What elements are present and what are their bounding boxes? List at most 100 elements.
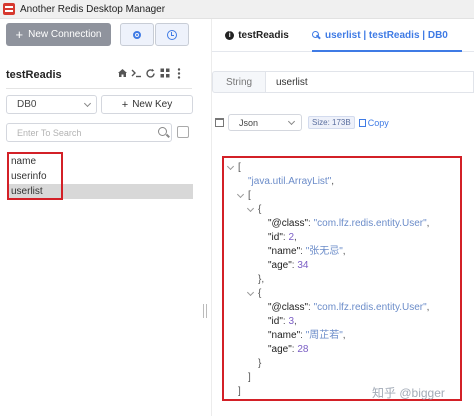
key-header-row: String xyxy=(212,71,474,93)
json-token: , xyxy=(294,316,297,327)
status-button[interactable] xyxy=(120,23,154,46)
json-token: "@class" xyxy=(268,302,309,313)
json-viewer[interactable]: ["java.util.ArrayList",[{"@class": "com.… xyxy=(222,156,462,401)
format-icon xyxy=(215,118,224,127)
more-icon[interactable] xyxy=(173,67,184,79)
fold-chevron-icon[interactable] xyxy=(226,162,235,171)
annotation-highlight-keys xyxy=(7,152,63,200)
json-line: "id": 2, xyxy=(268,231,297,245)
terminal-icon[interactable] xyxy=(131,67,142,79)
title-bar: Another Redis Desktop Manager xyxy=(0,0,474,19)
plus-icon: + xyxy=(121,98,129,111)
format-toolbar: Json Size: 173B Copy xyxy=(212,114,389,131)
json-token: "name" xyxy=(268,246,301,257)
fold-chevron-icon[interactable] xyxy=(246,288,255,297)
json-token: [ xyxy=(238,162,241,173)
connections-sidebar: + New Connection testReadis DB0 + New Ke… xyxy=(0,19,198,416)
grid-icon[interactable] xyxy=(159,67,170,79)
splitter-grip-icon[interactable] xyxy=(203,304,207,318)
chevron-down-icon xyxy=(83,99,92,107)
new-key-button[interactable]: + New Key xyxy=(101,95,193,114)
key-search-input[interactable] xyxy=(6,123,172,142)
json-token: , xyxy=(331,176,335,187)
json-line: "@class": "com.lfz.redis.entity.User", xyxy=(268,301,429,315)
app-logo-icon xyxy=(3,3,15,15)
json-line: "age": 34 xyxy=(268,259,308,273)
key-name-input[interactable] xyxy=(266,71,474,93)
json-token: [ xyxy=(248,190,251,201)
copy-button[interactable]: Copy xyxy=(358,117,389,128)
info-icon: i xyxy=(225,31,235,40)
tab-key-userlist[interactable]: userlist | testReadis | DB0 xyxy=(312,19,448,52)
copy-label: Copy xyxy=(367,117,389,128)
json-line: "java.util.ArrayList", xyxy=(248,175,334,189)
home-icon[interactable] xyxy=(117,67,128,79)
json-token: }, xyxy=(258,274,265,285)
pane-splitter[interactable] xyxy=(198,19,212,416)
json-token: , xyxy=(426,218,430,229)
search-icon[interactable] xyxy=(158,127,167,136)
json-token: 28 xyxy=(297,344,309,355)
fold-chevron-icon[interactable] xyxy=(236,190,245,199)
connection-toolbar xyxy=(117,67,184,79)
json-line: "name": "周芷若", xyxy=(268,329,346,343)
record-icon xyxy=(133,30,141,39)
connection-name[interactable]: testReadis xyxy=(6,69,62,81)
plus-icon: + xyxy=(15,27,24,42)
json-line: { xyxy=(246,203,262,217)
json-token: "name" xyxy=(268,330,301,341)
window-title: Another Redis Desktop Manager xyxy=(20,3,166,15)
json-line: ] xyxy=(248,371,251,385)
format-select-value: Json xyxy=(239,117,259,128)
json-line: "id": 3, xyxy=(268,315,297,329)
tab-label: userlist | testReadis | DB0 xyxy=(325,30,448,41)
json-token: "age" xyxy=(268,260,292,271)
new-connection-button[interactable]: + New Connection xyxy=(6,23,111,46)
new-key-label: New Key xyxy=(132,99,173,110)
json-token: , xyxy=(426,302,430,313)
json-line: }, xyxy=(258,273,264,287)
json-line: [ xyxy=(226,161,241,175)
clock-icon xyxy=(167,29,177,40)
json-token: ] xyxy=(248,372,251,383)
copy-icon xyxy=(358,118,366,127)
json-token: "周芷若" xyxy=(305,330,343,341)
json-line: "@class": "com.lfz.redis.entity.User", xyxy=(268,217,429,231)
db-select-value: DB0 xyxy=(17,99,37,110)
key-type-badge: String xyxy=(212,71,266,93)
tab-bar: i testReadis userlist | testReadis | DB0 xyxy=(212,19,474,52)
json-token: "com.lfz.redis.entity.User" xyxy=(313,302,427,313)
tab-connection-info[interactable]: i testReadis xyxy=(212,19,302,52)
chevron-down-icon xyxy=(287,117,296,125)
json-token: "java.util.ArrayList" xyxy=(248,176,332,187)
json-token: , xyxy=(342,246,346,257)
json-line: [ xyxy=(236,189,251,203)
json-token: "id" xyxy=(268,316,283,327)
size-tag: Size: 173B xyxy=(308,116,355,129)
divider xyxy=(6,88,192,89)
json-token: "@class" xyxy=(268,218,309,229)
json-token: "com.lfz.redis.entity.User" xyxy=(313,218,427,229)
watermark-text: 知乎 @bigger xyxy=(372,386,445,400)
fold-chevron-icon[interactable] xyxy=(246,204,255,213)
json-token: } xyxy=(258,358,262,369)
json-token: 34 xyxy=(297,260,309,271)
json-token: "age" xyxy=(268,344,292,355)
json-line: } xyxy=(258,357,261,371)
json-token: { xyxy=(258,204,262,215)
history-button[interactable] xyxy=(155,23,189,46)
json-token: , xyxy=(294,232,297,243)
refresh-icon[interactable] xyxy=(145,67,156,79)
key-detail-pane: i testReadis userlist | testReadis | DB0… xyxy=(212,19,474,416)
json-token: "张无忌" xyxy=(305,246,343,257)
db-select[interactable]: DB0 xyxy=(6,95,97,114)
json-line: "age": 28 xyxy=(268,343,308,357)
json-token: "id" xyxy=(268,232,283,243)
watermark: 知乎 @bigger xyxy=(372,384,445,401)
json-token: ] xyxy=(238,386,241,397)
json-line: "name": "张无忌", xyxy=(268,245,346,259)
json-token: { xyxy=(258,288,262,299)
exact-search-checkbox[interactable] xyxy=(177,126,189,138)
key-icon xyxy=(312,31,321,40)
format-select[interactable]: Json xyxy=(228,114,302,131)
